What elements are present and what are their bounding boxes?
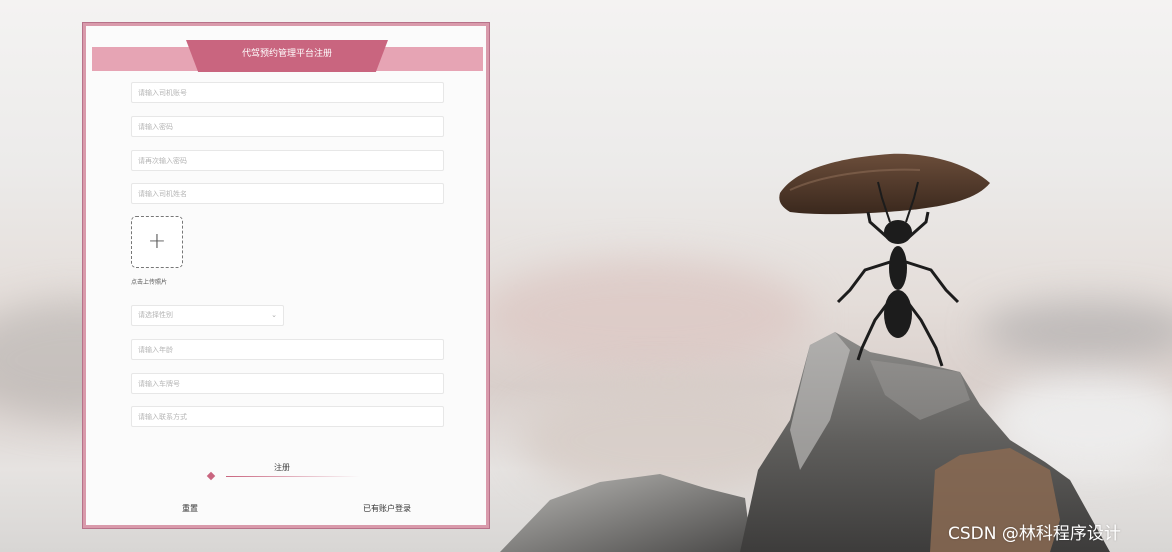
registration-panel: 代驾预约管理平台注册 + 点击上传照片 请选择性别 ⌄ 注册 重置 已有账户登录 (83, 23, 489, 528)
login-link[interactable]: 已有账户登录 (363, 503, 411, 514)
gender-select[interactable]: 请选择性别 ⌄ (131, 305, 284, 326)
watermark-text: CSDN @林科程序设计 (948, 524, 1121, 544)
diamond-icon (206, 471, 216, 481)
password-input[interactable] (131, 116, 444, 137)
register-button[interactable]: 注册 (274, 462, 290, 473)
driver-account-input[interactable] (131, 82, 444, 103)
panel-title: 代驾预约管理平台注册 (241, 49, 332, 59)
age-input[interactable] (131, 339, 444, 360)
reset-button[interactable]: 重置 (182, 503, 198, 514)
photo-upload-button[interactable]: + (131, 216, 183, 268)
driver-name-input[interactable] (131, 183, 444, 204)
chevron-down-icon: ⌄ (271, 311, 277, 319)
confirm-password-input[interactable] (131, 150, 444, 171)
contact-input[interactable] (131, 406, 444, 427)
license-plate-input[interactable] (131, 373, 444, 394)
gender-select-placeholder: 请选择性别 (138, 311, 173, 319)
ant-on-rock-illustration (500, 153, 1110, 552)
register-underline (226, 476, 360, 477)
plus-icon: + (147, 229, 167, 254)
upload-label: 点击上传照片 (131, 279, 168, 286)
